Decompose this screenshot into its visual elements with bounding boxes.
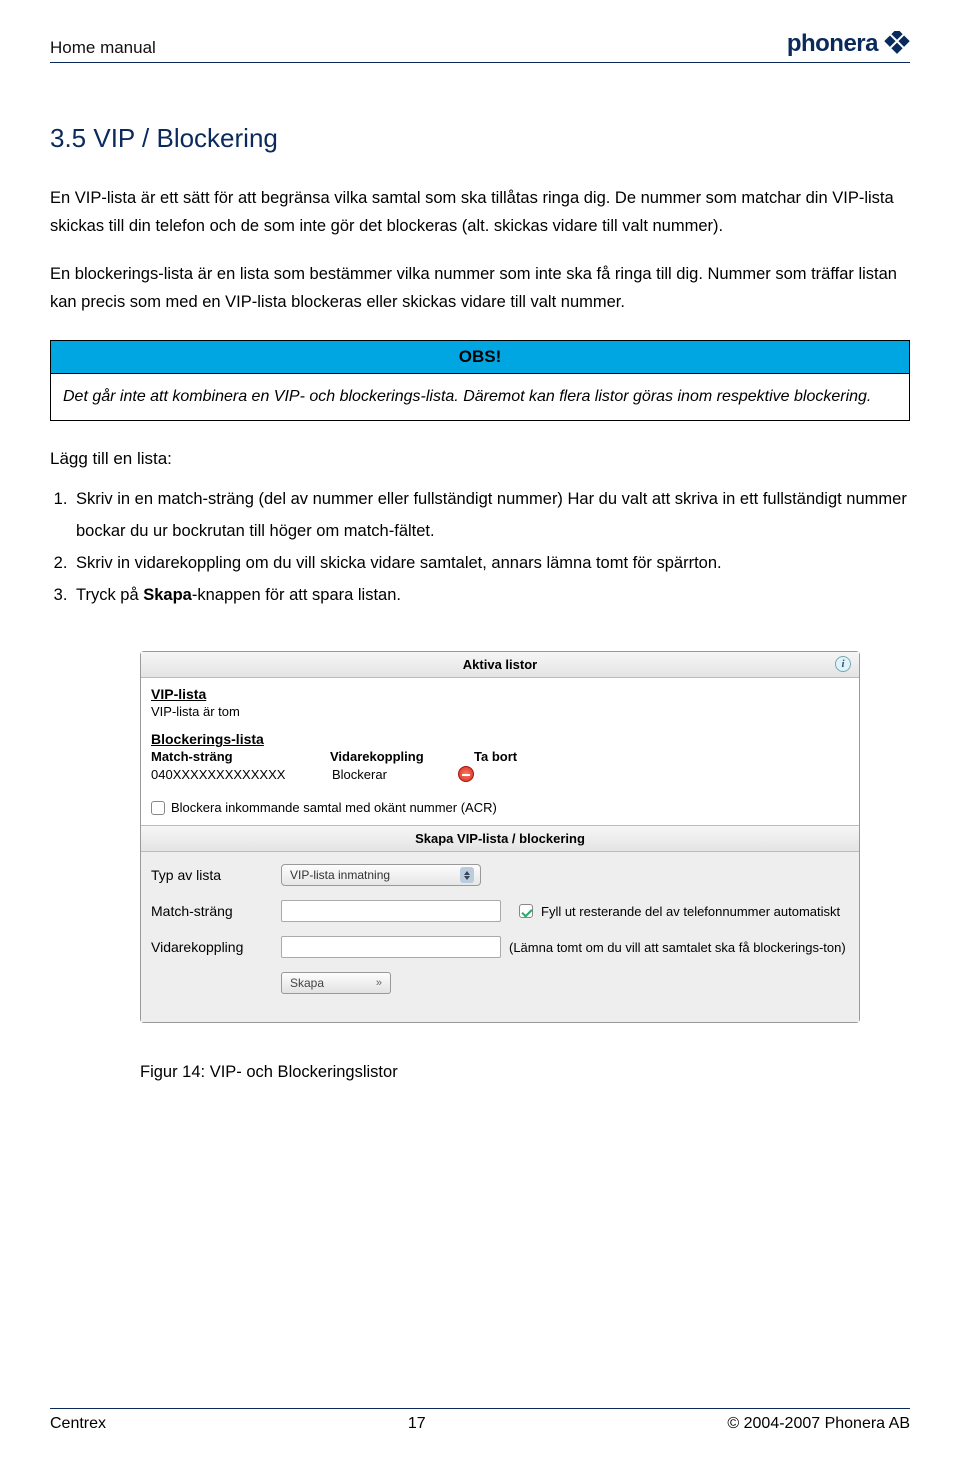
footer-copyright: © 2004-2007 Phonera AB: [727, 1415, 910, 1433]
figure-caption: Figur 14: VIP- och Blockeringslistor: [140, 1063, 910, 1082]
block-list-row: 040XXXXXXXXXXXXX Blockerar: [151, 766, 849, 782]
intro-paragraph-2: En blockerings-lista är en lista som bes…: [50, 260, 910, 316]
vip-list-heading: VIP-lista: [151, 686, 849, 702]
create-button-label: Skapa: [290, 976, 324, 990]
fill-checkbox[interactable]: [519, 904, 533, 918]
col-forward: Vidarekoppling: [330, 749, 450, 764]
step-3-button-name: Skapa: [143, 586, 192, 604]
acr-checkbox[interactable]: [151, 801, 165, 815]
add-list-steps: Skriv in en match-sträng (del av nummer …: [50, 483, 910, 612]
obs-body: Det går inte att kombinera en VIP- och b…: [51, 374, 909, 420]
match-input[interactable]: [281, 900, 501, 922]
select-value: VIP-lista inmatning: [290, 868, 390, 882]
col-match: Match-sträng: [151, 749, 306, 764]
add-list-title: Lägg till en lista:: [50, 449, 910, 469]
step-3-prefix: Tryck på: [76, 586, 143, 604]
screenshot-panel: Aktiva listor i VIP-lista VIP-lista är t…: [140, 651, 860, 1023]
footer-left: Centrex: [50, 1415, 106, 1433]
step-3-suffix: -knappen för att spara listan.: [192, 586, 401, 604]
phonera-icon: [884, 31, 910, 57]
manual-title: Home manual: [50, 38, 156, 58]
chevron-right-icon: »: [376, 977, 382, 989]
forward-hint: (Lämna tomt om du vill att samtalet ska …: [509, 940, 846, 955]
block-list-columns: Match-sträng Vidarekoppling Ta bort: [151, 749, 849, 764]
brand-logo: phonera: [787, 30, 910, 58]
label-forward: Vidarekoppling: [151, 939, 281, 955]
obs-title: OBS!: [51, 341, 909, 374]
page-footer: Centrex 17 © 2004-2007 Phonera AB: [50, 1408, 910, 1433]
panel-title-text: Aktiva listor: [463, 657, 537, 672]
block-list-heading: Blockerings-lista: [151, 731, 849, 747]
fill-hint: Fyll ut resterande del av telefonnummer …: [541, 904, 840, 919]
footer-page-number: 17: [408, 1415, 426, 1433]
label-match: Match-sträng: [151, 903, 281, 919]
select-arrows-icon: [460, 867, 474, 883]
panel-title-create: Skapa VIP-lista / blockering: [141, 825, 859, 852]
step-1: Skriv in en match-sträng (del av nummer …: [72, 483, 910, 547]
remove-icon[interactable]: [458, 766, 474, 782]
col-remove: Ta bort: [474, 749, 517, 764]
info-icon[interactable]: i: [835, 656, 851, 672]
page-header: Home manual phonera: [50, 30, 910, 63]
obs-callout: OBS! Det går inte att kombinera en VIP- …: [50, 340, 910, 421]
step-3: Tryck på Skapa-knappen för att spara lis…: [72, 579, 910, 611]
section-heading: 3.5 VIP / Blockering: [50, 123, 910, 154]
brand-name: phonera: [787, 30, 878, 58]
acr-label: Blockera inkommande samtal med okänt num…: [171, 800, 497, 815]
vip-list-empty: VIP-lista är tom: [151, 704, 849, 719]
label-list-type: Typ av lista: [151, 867, 281, 883]
panel-title-active-lists: Aktiva listor i: [141, 652, 859, 678]
create-button[interactable]: Skapa »: [281, 972, 391, 994]
forward-input[interactable]: [281, 936, 501, 958]
intro-paragraph-1: En VIP-lista är ett sätt för att begräns…: [50, 184, 910, 240]
step-2: Skriv in vidarekoppling om du vill skick…: [72, 547, 910, 579]
row-match-value: 040XXXXXXXXXXXXX: [151, 767, 326, 782]
row-forward-value: Blockerar: [332, 767, 432, 782]
list-type-select[interactable]: VIP-lista inmatning: [281, 864, 481, 886]
